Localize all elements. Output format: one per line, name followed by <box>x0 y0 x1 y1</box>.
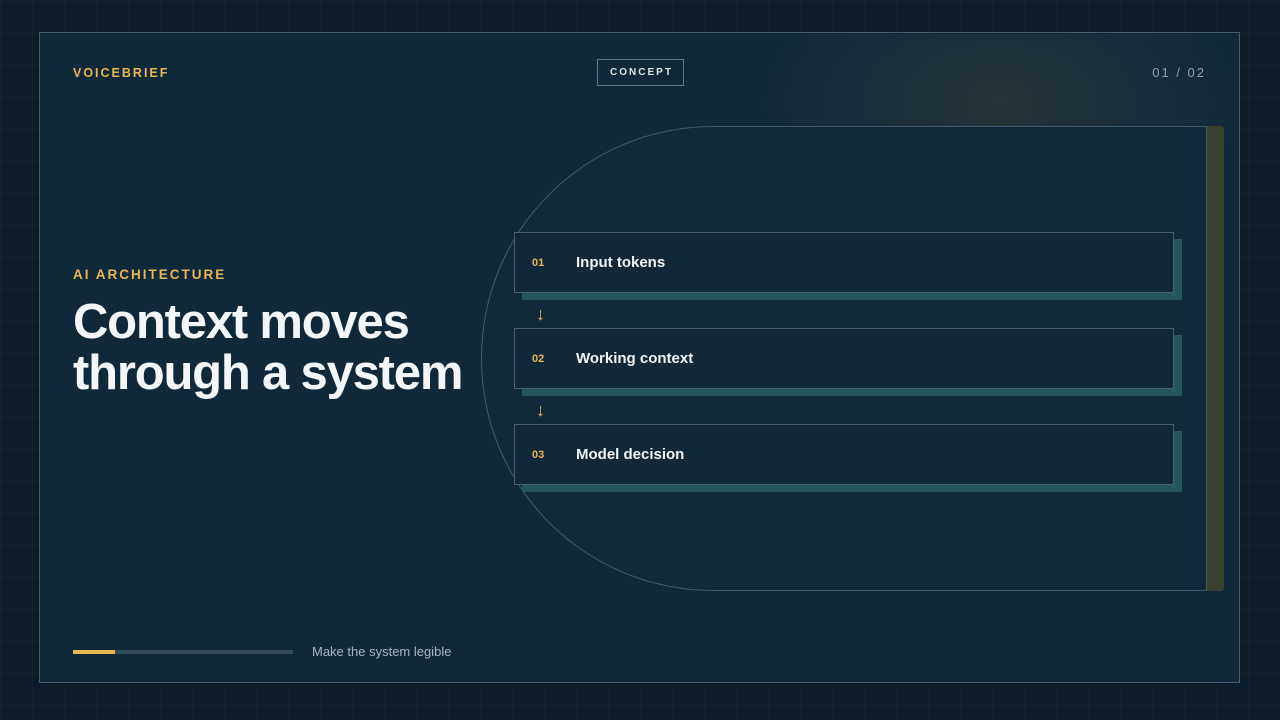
step-number: 03 <box>532 448 545 461</box>
step-number: 02 <box>532 352 545 365</box>
flow-step-input-tokens: 01 Input tokens <box>514 232 1174 293</box>
slide-title: Context moves through a system <box>73 295 463 400</box>
capsule-accent-bar <box>1207 126 1224 591</box>
footer-caption: Make the system legible <box>312 644 452 659</box>
step-number: 01 <box>532 256 545 269</box>
eyebrow-label: AI ARCHITECTURE <box>73 267 227 282</box>
brand-logo: VOICEBRIEF <box>73 66 170 80</box>
progress-bar <box>73 650 293 654</box>
flow-step-model-decision: 03 Model decision <box>514 424 1174 485</box>
step-label: Working context <box>576 350 694 367</box>
flow-step-working-context: 02 Working context <box>514 328 1174 389</box>
step-label: Model decision <box>576 446 685 463</box>
capsule-edge-line <box>1206 126 1207 591</box>
progress-fill <box>73 650 115 654</box>
screen: VOICEBRIEF CONCEPT 01 / 02 AI ARCHITECTU… <box>0 0 1280 720</box>
arrow-down-icon: ↓ <box>536 304 545 324</box>
slide: VOICEBRIEF CONCEPT 01 / 02 AI ARCHITECTU… <box>39 32 1240 683</box>
step-label: Input tokens <box>576 254 666 271</box>
section-tag: CONCEPT <box>597 59 684 86</box>
arrow-down-icon: ↓ <box>536 400 545 420</box>
page-indicator: 01 / 02 <box>1152 65 1206 80</box>
